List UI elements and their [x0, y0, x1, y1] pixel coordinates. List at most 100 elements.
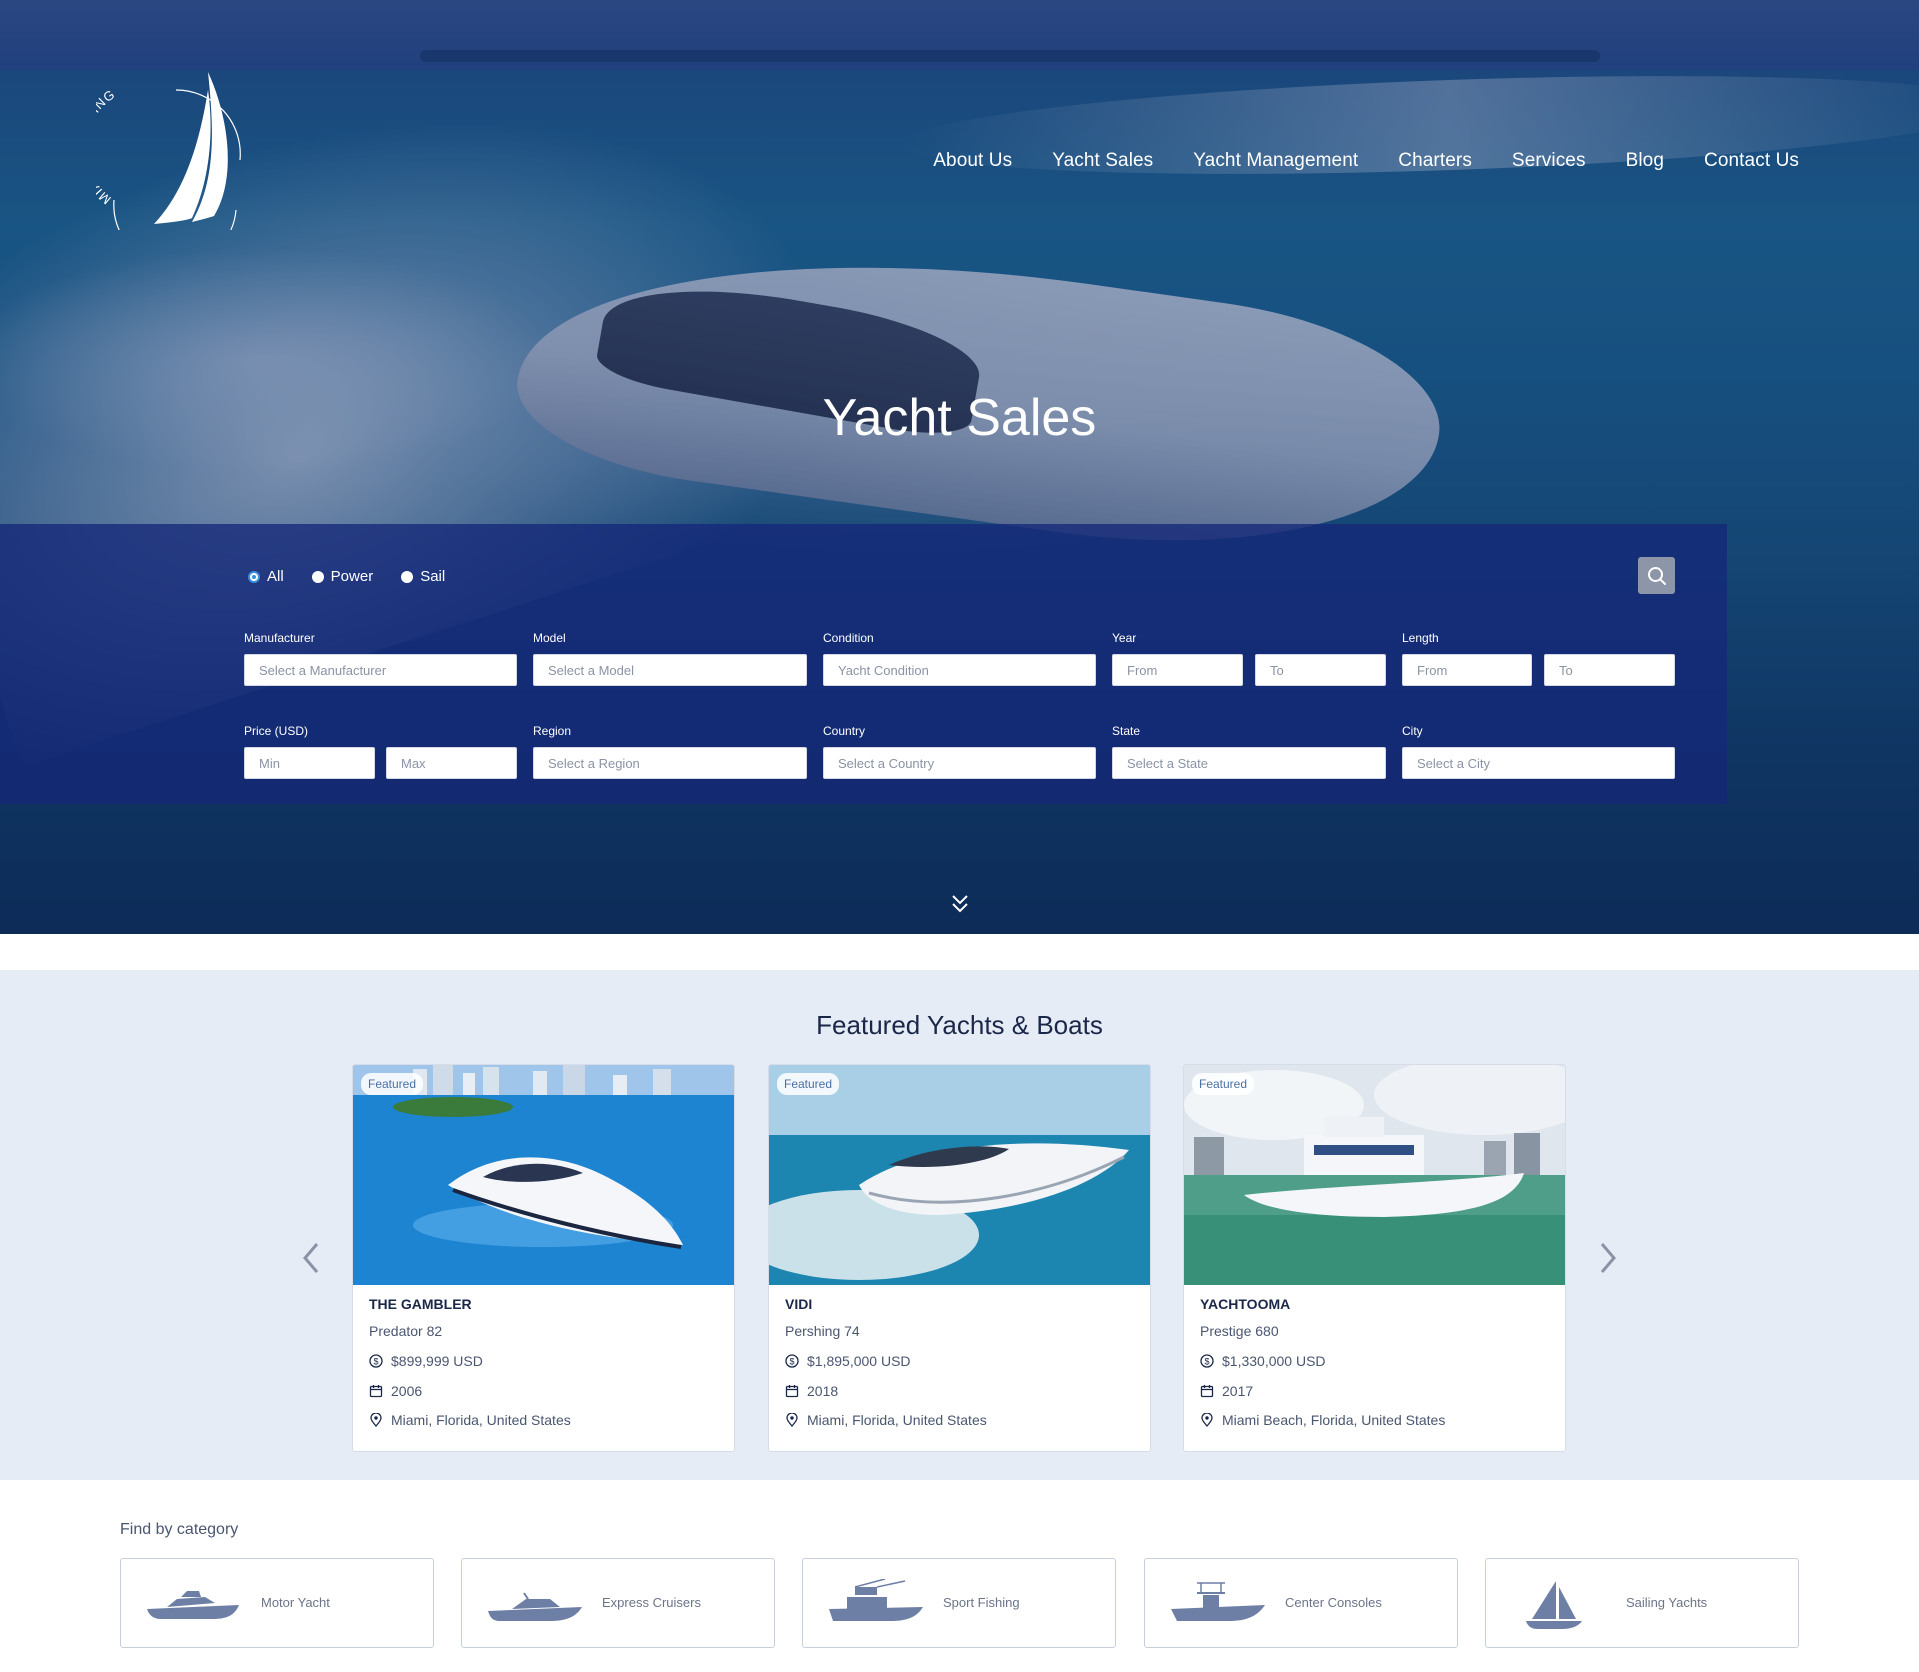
featured-badge: Featured [361, 1073, 424, 1095]
state-select[interactable]: Select a State [1112, 747, 1386, 779]
yacht-location: Miami, Florida, United States [807, 1412, 987, 1428]
yacht-card[interactable]: Featured YACHTOOMA Prestige 680 $ $1,330… [1183, 1064, 1566, 1452]
nav-charters[interactable]: Charters [1398, 150, 1472, 172]
motor-yacht-icon [147, 1591, 239, 1619]
yacht-location-row: Miami, Florida, United States [785, 1412, 987, 1428]
model-label: Model [533, 631, 566, 645]
category-center-consoles[interactable]: Center Consoles [1144, 1558, 1458, 1648]
radio-all-dot[interactable] [248, 570, 260, 583]
svg-text:$: $ [789, 1357, 794, 1367]
country-select[interactable]: Select a Country [823, 747, 1096, 779]
hero-section: MIAMI YACHTING About Us Yacht Sales Yach… [0, 0, 1919, 934]
category-express-cruisers[interactable]: Express Cruisers [461, 1558, 775, 1648]
yacht-year: 2006 [391, 1383, 423, 1399]
main-nav: About Us Yacht Sales Yacht Management Ch… [893, 150, 1799, 172]
nav-yacht-management[interactable]: Yacht Management [1193, 150, 1358, 172]
yacht-photo[interactable]: Featured [1184, 1065, 1565, 1285]
featured-section: Featured Yachts & Boats Featured THE GAM… [0, 970, 1919, 1480]
dollar-circle-icon: $ [369, 1354, 383, 1368]
yacht-price-row: $ $899,999 USD [369, 1353, 483, 1369]
length-to-input[interactable]: To [1544, 654, 1675, 686]
radio-sail-dot[interactable] [401, 570, 414, 583]
model-select[interactable]: Select a Model [533, 654, 807, 686]
calendar-icon [369, 1385, 383, 1398]
yacht-price: $899,999 USD [391, 1353, 483, 1369]
carousel-next-chevron-right-icon[interactable] [1596, 1240, 1620, 1276]
yacht-name[interactable]: YACHTOOMA [1200, 1296, 1290, 1312]
yacht-photo[interactable]: Featured [353, 1065, 734, 1285]
year-label: Year [1112, 631, 1137, 645]
category-label: Center Consoles [1285, 1595, 1382, 1610]
svg-text:$: $ [1204, 1357, 1209, 1367]
radio-all[interactable]: All [248, 568, 284, 585]
nav-services[interactable]: Services [1512, 150, 1586, 172]
featured-badge: Featured [777, 1073, 840, 1095]
search-icon [1647, 566, 1666, 585]
sailboat-icon [1526, 1581, 1582, 1629]
category-label: Sport Fishing [943, 1595, 1020, 1610]
condition-select[interactable]: Yacht Condition [823, 654, 1096, 686]
state-label: State [1112, 724, 1141, 738]
center-console-icon [1171, 1582, 1265, 1621]
city-select[interactable]: Select a City [1402, 747, 1675, 779]
map-pin-icon [786, 1413, 798, 1427]
sport-fishing-icon [829, 1579, 923, 1621]
search-button[interactable] [1638, 557, 1675, 594]
category-label: Sailing Yachts [1626, 1595, 1708, 1610]
yacht-location-row: Miami Beach, Florida, United States [1200, 1412, 1445, 1428]
yacht-model: Pershing 74 [785, 1323, 860, 1339]
site-logo[interactable]: MIAMI YACHTING [96, 70, 246, 230]
price-label: Price (USD) [244, 724, 309, 738]
boat-type-radio-group: All Power Sail [248, 568, 473, 585]
featured-title: Featured Yachts & Boats [816, 1010, 1103, 1040]
yacht-name[interactable]: THE GAMBLER [369, 1296, 472, 1312]
logo-text: MIAMI YACHTING [96, 86, 117, 207]
category-title: Find by category [120, 1521, 239, 1538]
radio-power-dot[interactable] [311, 570, 324, 583]
yacht-year: 2018 [807, 1383, 839, 1399]
featured-badge: Featured [1192, 1073, 1255, 1095]
yacht-name[interactable]: VIDI [785, 1296, 812, 1312]
length-from-input[interactable]: From [1402, 654, 1532, 686]
year-from-input[interactable]: From [1112, 654, 1243, 686]
nav-blog[interactable]: Blog [1626, 150, 1664, 172]
yacht-location: Miami Beach, Florida, United States [1222, 1412, 1446, 1428]
yacht-price: $1,330,000 USD [1222, 1353, 1326, 1369]
category-label: Motor Yacht [261, 1595, 330, 1610]
yacht-year-row: 2018 [785, 1383, 838, 1399]
yacht-price: $1,895,000 USD [807, 1353, 911, 1369]
yacht-year-row: 2017 [1200, 1383, 1253, 1399]
manufacturer-label: Manufacturer [244, 631, 315, 645]
nav-contact-us[interactable]: Contact Us [1704, 150, 1799, 172]
category-label: Express Cruisers [602, 1595, 701, 1610]
page-title: Yacht Sales [822, 389, 1097, 447]
radio-power[interactable]: Power [311, 568, 373, 585]
calendar-icon [1200, 1385, 1214, 1398]
radio-all-label: All [267, 568, 284, 585]
manufacturer-select[interactable]: Select a Manufacturer [244, 654, 517, 686]
express-cruiser-icon [488, 1592, 582, 1621]
price-min-input[interactable]: Min [244, 747, 375, 779]
svg-text:MIAMI YACHTING: MIAMI YACHTING [96, 86, 118, 207]
yacht-card[interactable]: Featured THE GAMBLER Predator 82 $ $899,… [352, 1064, 735, 1452]
calendar-icon [785, 1385, 799, 1398]
year-to-input[interactable]: To [1255, 654, 1386, 686]
region-select[interactable]: Select a Region [533, 747, 807, 779]
yacht-card[interactable]: Featured VIDI Pershing 74 $ $1,895,000 U… [768, 1064, 1151, 1452]
dollar-circle-icon: $ [785, 1354, 799, 1368]
yacht-photo[interactable]: Featured [769, 1065, 1150, 1285]
map-pin-icon [370, 1413, 382, 1427]
category-motor-yacht[interactable]: Motor Yacht [120, 1558, 434, 1648]
price-max-input[interactable]: Max [386, 747, 517, 779]
svg-text:$: $ [373, 1357, 378, 1367]
scroll-down-chevron-icon[interactable] [950, 893, 970, 915]
yacht-location-row: Miami, Florida, United States [369, 1412, 571, 1428]
yacht-year-row: 2006 [369, 1383, 422, 1399]
category-sport-fishing[interactable]: Sport Fishing [802, 1558, 1116, 1648]
radio-sail[interactable]: Sail [401, 568, 445, 585]
nav-about-us[interactable]: About Us [933, 150, 1012, 172]
sailboat-logo-icon: MIAMI YACHTING [96, 72, 241, 230]
nav-yacht-sales[interactable]: Yacht Sales [1052, 150, 1153, 172]
carousel-prev-chevron-left-icon[interactable] [299, 1240, 323, 1276]
category-sailing-yachts[interactable]: Sailing Yachts [1485, 1558, 1799, 1648]
